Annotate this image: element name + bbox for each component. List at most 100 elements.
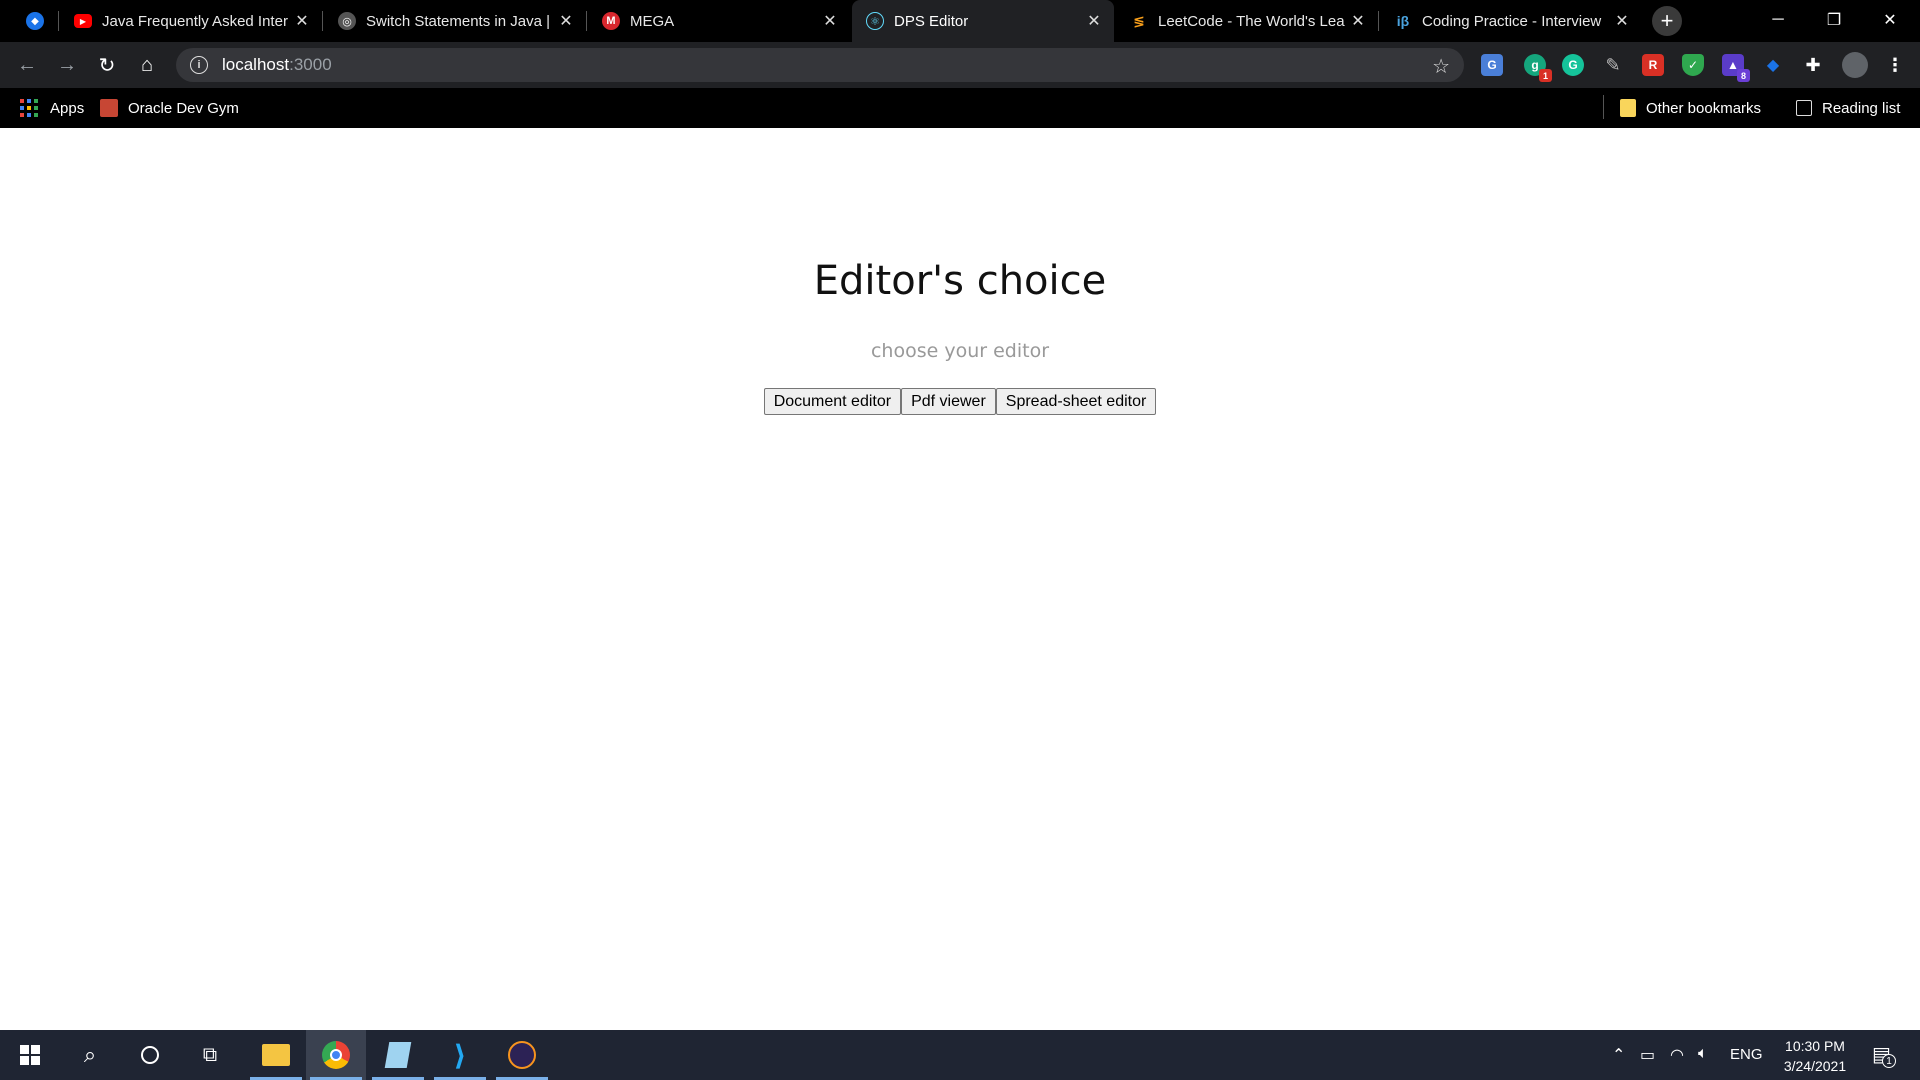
tab-leetcode[interactable]: ≶ LeetCode - The World's Lea ✕ <box>1116 0 1378 42</box>
forward-button[interactable]: → <box>52 50 82 80</box>
page-content: Editor's choice choose your editor Docum… <box>0 128 1920 1030</box>
show-hidden-icons[interactable]: ⌃ <box>1612 1045 1625 1065</box>
graduation-icon[interactable]: ▲ 8 <box>1722 54 1750 82</box>
system-clock[interactable]: 10:30 PM 3/24/2021 <box>1766 1036 1864 1076</box>
windows-taskbar: ⌕ ⧉ ⟩ ⌃ ▭ ◠ 🔈︎ ENG 10:30 PM 3/24/2021 ▤ 1 <box>0 1030 1920 1080</box>
restore-button[interactable]: ❐ <box>1806 0 1862 40</box>
close-icon[interactable]: ✕ <box>1612 11 1632 31</box>
bookmark-label: Apps <box>50 99 85 117</box>
bookmark-label: Other bookmarks <box>1646 99 1762 117</box>
tab-mega[interactable]: M MEGA ✕ <box>588 0 850 42</box>
leetcode-icon: ≶ <box>1133 12 1145 29</box>
eclipse-icon <box>508 1041 536 1069</box>
reading-list[interactable]: Reading list <box>1796 97 1900 119</box>
profile-icon[interactable] <box>1842 52 1868 78</box>
grammarly-badge-icon[interactable]: g1 <box>1524 54 1552 82</box>
folder-icon <box>1620 99 1636 117</box>
close-icon[interactable]: ✕ <box>556 11 576 31</box>
taskbar-file-explorer[interactable] <box>246 1030 306 1080</box>
puzzle-icon[interactable]: ✚ <box>1802 54 1824 76</box>
cortana-icon <box>141 1046 159 1064</box>
bookmarks-bar: Apps Oracle Dev Gym Other bookmarks Read… <box>0 88 1920 128</box>
windows-icon <box>20 1045 40 1065</box>
reload-button[interactable]: ↻ <box>92 50 122 80</box>
battery-icon[interactable]: ▭ <box>1640 1045 1655 1065</box>
new-tab-button[interactable]: + <box>1652 6 1682 36</box>
notification-count: 1 <box>1882 1054 1896 1068</box>
close-icon[interactable]: ✕ <box>292 11 312 31</box>
clock-time: 10:30 PM <box>1785 1038 1845 1054</box>
task-view-button[interactable]: ⧉ <box>180 1030 240 1080</box>
shield-icon[interactable]: ✓ <box>1682 54 1704 76</box>
site-info-icon[interactable]: i <box>190 56 208 74</box>
bookmark-label: Oracle Dev Gym <box>128 99 239 117</box>
translate-icon[interactable]: G <box>1481 54 1503 76</box>
taskbar-chrome[interactable] <box>306 1030 366 1080</box>
tab-coding-practice[interactable]: iβ Coding Practice - Interview ✕ <box>1380 0 1642 42</box>
bookmark-star-icon[interactable]: ☆ <box>1432 54 1450 79</box>
document-editor-button[interactable]: Document editor <box>763 388 902 415</box>
home-button[interactable]: ⌂ <box>132 50 162 80</box>
pen-icon[interactable]: ✎ <box>1602 54 1624 76</box>
notification-icon[interactable]: ▤ 1 <box>1872 1042 1896 1068</box>
taskbar-vscode[interactable]: ⟩ <box>430 1030 490 1080</box>
pdf-viewer-button[interactable]: Pdf viewer <box>901 388 996 415</box>
extension-badge: 1 <box>1539 69 1552 82</box>
start-button[interactable] <box>0 1030 60 1080</box>
tab-pinned[interactable]: ◆ <box>12 0 58 42</box>
tab-title: DPS Editor <box>894 12 969 30</box>
tab-title: LeetCode - The World's Lea <box>1158 12 1345 30</box>
tab-separator <box>322 11 323 31</box>
browser-toolbar: ← → ↻ ⌂ i localhost:3000 ☆ G g1 G ✎ R ✓ … <box>0 42 1920 88</box>
folder-icon <box>262 1044 290 1066</box>
back-button[interactable]: ← <box>12 50 42 80</box>
tab-java-faq[interactable]: ▶ Java Frequently Asked Inter ✕ <box>60 0 322 42</box>
task-view-icon: ⧉ <box>202 1043 218 1066</box>
tab-title: Switch Statements in Java | <box>366 12 550 30</box>
interviewbit-icon: iβ <box>1396 13 1410 29</box>
globe-icon: ◎ <box>338 12 356 30</box>
bookmark-oracle-dev-gym[interactable]: Oracle Dev Gym <box>100 97 239 119</box>
tab-switch-statements[interactable]: ◎ Switch Statements in Java | ✕ <box>324 0 586 42</box>
bookmark-other[interactable]: Other bookmarks <box>1620 97 1761 119</box>
volume-icon[interactable]: 🔈︎ <box>1698 1045 1708 1063</box>
tab-separator <box>58 11 59 31</box>
diamond-icon: ◆ <box>26 12 44 30</box>
gem-icon[interactable]: ◆ <box>1762 54 1784 76</box>
wifi-icon[interactable]: ◠ <box>1670 1045 1684 1065</box>
bookmark-apps[interactable]: Apps <box>20 97 84 119</box>
react-icon: ⚛ <box>866 12 884 30</box>
tab-dps-editor[interactable]: ⚛ DPS Editor ✕ <box>852 0 1114 42</box>
taskbar-notepad[interactable] <box>368 1030 428 1080</box>
red-extension-icon[interactable]: R <box>1642 54 1664 76</box>
tab-title: Coding Practice - Interview <box>1422 12 1602 30</box>
menu-icon[interactable]: ⋮ <box>1884 54 1906 76</box>
grammarly-icon[interactable]: G <box>1562 54 1584 76</box>
spreadsheet-editor-button[interactable]: Spread-sheet editor <box>995 388 1157 415</box>
reading-list-icon <box>1796 100 1812 116</box>
bookmark-separator <box>1603 95 1604 119</box>
screen: ◆ ▶ Java Frequently Asked Inter ✕ ◎ Swit… <box>0 0 1920 1080</box>
close-window-button[interactable]: ✕ <box>1862 0 1918 40</box>
address-bar[interactable]: i localhost:3000 ☆ <box>176 48 1464 82</box>
search-button[interactable]: ⌕ <box>60 1030 120 1080</box>
minimize-button[interactable]: ─ <box>1750 0 1806 40</box>
clock-date: 3/24/2021 <box>1783 1058 1847 1074</box>
cortana-button[interactable] <box>120 1030 180 1080</box>
editor-button-group: Document editor Pdf viewer Spread-sheet … <box>0 388 1920 415</box>
oracle-icon <box>100 99 118 117</box>
tab-title: Java Frequently Asked Inter <box>102 12 288 30</box>
close-icon[interactable]: ✕ <box>820 11 840 31</box>
extension-badge: 8 <box>1737 69 1750 82</box>
taskbar-eclipse[interactable] <box>492 1030 552 1080</box>
language-indicator[interactable]: ENG <box>1730 1046 1763 1063</box>
vscode-icon: ⟩ <box>453 1039 467 1071</box>
close-icon[interactable]: ✕ <box>1084 11 1104 31</box>
youtube-icon: ▶ <box>74 14 92 28</box>
tab-title: MEGA <box>630 12 675 30</box>
tab-strip: ◆ ▶ Java Frequently Asked Inter ✕ ◎ Swit… <box>0 0 1920 42</box>
url-host: localhost <box>222 55 290 74</box>
close-icon[interactable]: ✕ <box>1348 11 1368 31</box>
page-subtitle: choose your editor <box>870 340 1050 362</box>
notepad-icon <box>384 1042 412 1068</box>
